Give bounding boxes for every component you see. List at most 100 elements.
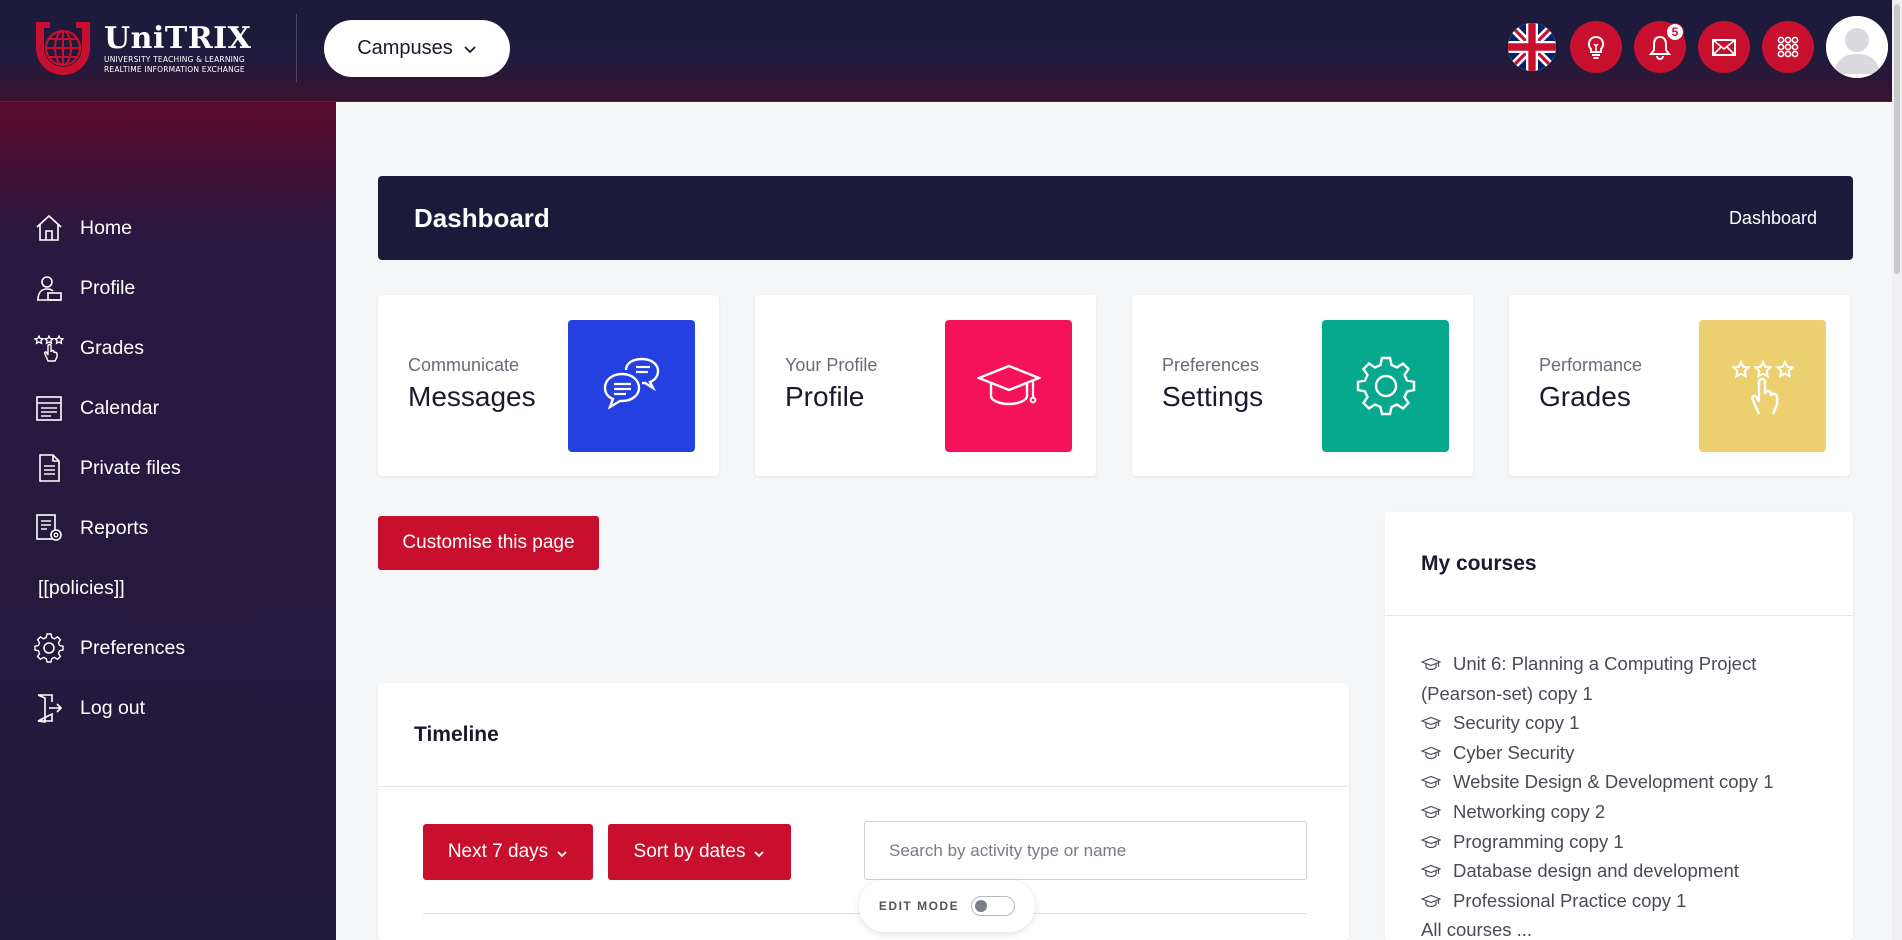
campuses-dropdown-button[interactable]: Campuses xyxy=(324,20,510,77)
sidebar-item-label: [[policies]] xyxy=(38,576,125,599)
course-link[interactable]: Website Design & Development copy 1 xyxy=(1421,767,1831,797)
sort-dropdown[interactable]: Sort by dates xyxy=(608,824,791,880)
profile-card[interactable]: Your Profile Profile xyxy=(755,295,1096,476)
chevron-down-icon xyxy=(464,45,476,53)
tips-button[interactable] xyxy=(1570,21,1622,73)
course-link[interactable]: Security copy 1 xyxy=(1421,708,1831,738)
card-icon-tile xyxy=(568,320,695,452)
language-button[interactable] xyxy=(1506,21,1558,73)
sidebar-item-logout[interactable]: Log out xyxy=(0,678,336,738)
sidebar-item-preferences[interactable]: Preferences xyxy=(0,618,336,678)
user-silhouette-icon xyxy=(1826,16,1888,78)
card-subtitle: Communicate xyxy=(408,355,520,375)
card-title: Settings xyxy=(1162,381,1264,412)
graduation-cap-icon xyxy=(1421,805,1441,819)
timeline-title: Timeline xyxy=(414,722,499,746)
graduation-cap-icon xyxy=(1421,776,1441,789)
edit-mode-switch[interactable] xyxy=(971,896,1016,916)
settings-card[interactable]: Preferences Settings xyxy=(1132,295,1473,476)
sidebar-item-label: Preferences xyxy=(80,636,186,659)
all-courses-link[interactable]: All courses ... xyxy=(1421,915,1831,940)
grades-card[interactable]: Performance Grades xyxy=(1509,295,1850,476)
graduation-cap-icon xyxy=(1421,746,1441,759)
file-icon xyxy=(39,454,60,482)
sidebar-nav: Home Profile Grades Calendar Private fil… xyxy=(0,198,336,738)
stars-hand-icon xyxy=(1730,359,1795,415)
card-icon-tile xyxy=(945,320,1072,452)
messages-button[interactable] xyxy=(1698,21,1750,73)
page-title: Dashboard xyxy=(414,202,550,233)
course-name: Networking copy 2 xyxy=(1453,800,1606,822)
date-range-dropdown[interactable]: Next 7 days xyxy=(423,824,593,880)
sort-label: Sort by dates xyxy=(633,841,746,862)
course-name: Website Design & Development copy 1 xyxy=(1453,771,1774,793)
sidebar-item-grades[interactable]: Grades xyxy=(0,318,336,378)
sidebar-item-label: Calendar xyxy=(80,396,160,419)
chevron-down-icon xyxy=(754,850,765,857)
logo-title: UniTRIX xyxy=(104,21,252,56)
header-actions: 5 xyxy=(1506,16,1888,78)
scrollbar-thumb[interactable] xyxy=(1894,4,1900,274)
grades-icon xyxy=(34,334,64,362)
customise-page-button[interactable]: Customise this page xyxy=(378,516,599,570)
course-name: Unit 6: Planning a Computing Project (Pe… xyxy=(1421,653,1757,704)
graduation-cap-icon xyxy=(976,364,1041,406)
card-subtitle: Preferences xyxy=(1162,355,1260,375)
sidebar-item-calendar[interactable]: Calendar xyxy=(0,378,336,438)
chevron-down-icon xyxy=(557,850,567,857)
notifications-button[interactable]: 5 xyxy=(1634,21,1686,73)
messages-card[interactable]: Communicate Messages xyxy=(378,295,719,476)
breadcrumb[interactable]: Dashboard xyxy=(1729,208,1817,229)
card-title: Messages xyxy=(408,381,536,412)
date-range-label: Next 7 days xyxy=(447,841,549,862)
timeline-header: Timeline xyxy=(378,683,1349,787)
sidebar-item-private-files[interactable]: Private files xyxy=(0,438,336,498)
logo-globe-icon xyxy=(36,22,90,75)
course-link[interactable]: Cyber Security xyxy=(1421,738,1831,768)
shortcut-cards: Communicate Messages Your Profile Profil… xyxy=(378,295,1853,476)
sidebar-item-profile[interactable]: Profile xyxy=(0,258,336,318)
chat-bubbles-icon xyxy=(603,357,659,410)
course-name: Database design and development xyxy=(1453,860,1739,882)
edit-mode-toggle-pill[interactable]: EDIT MODE xyxy=(859,880,1035,932)
sidebar-item-label: Home xyxy=(80,216,133,239)
graduation-cap-icon xyxy=(1421,717,1441,730)
course-name: Security copy 1 xyxy=(1453,712,1580,734)
timeline-search-input[interactable] xyxy=(864,821,1307,880)
graduation-cap-icon xyxy=(1421,657,1441,671)
course-link[interactable]: Networking copy 2 xyxy=(1421,797,1831,827)
page-scrollbar[interactable] xyxy=(1892,0,1902,940)
card-title: Profile xyxy=(785,381,865,412)
sidebar-item-label: Private files xyxy=(80,456,181,479)
home-icon xyxy=(36,214,62,241)
course-link[interactable]: Programming copy 1 xyxy=(1421,827,1831,857)
sidebar-item-label: Profile xyxy=(80,276,136,299)
course-name: Cyber Security xyxy=(1453,741,1575,763)
course-list: Unit 6: Planning a Computing Project (Pe… xyxy=(1421,649,1831,940)
course-name: Professional Practice copy 1 xyxy=(1453,889,1687,911)
course-link[interactable]: Database design and development xyxy=(1421,856,1831,886)
page-header: Dashboard Dashboard xyxy=(378,176,1853,260)
sidebar: Home Profile Grades Calendar Private fil… xyxy=(0,102,336,940)
course-link[interactable]: Unit 6: Planning a Computing Project (Pe… xyxy=(1421,649,1831,708)
my-courses-header: My courses xyxy=(1385,512,1853,616)
sidebar-item-policies[interactable]: [[policies]] xyxy=(0,558,336,618)
app-grid-icon xyxy=(1777,36,1799,58)
card-title: Grades xyxy=(1539,381,1631,412)
logo-subtitle: REALTIME INFORMATION EXCHANGE xyxy=(104,65,245,74)
course-link[interactable]: Professional Practice copy 1 xyxy=(1421,886,1831,916)
sidebar-item-reports[interactable]: Reports xyxy=(0,498,336,558)
lightbulb-icon xyxy=(1587,35,1605,59)
card-subtitle: Your Profile xyxy=(785,355,878,375)
apps-menu-button[interactable] xyxy=(1762,21,1814,73)
site-logo[interactable]: UniTRIX UNIVERSITY TEACHING & LEARNING R… xyxy=(32,18,251,80)
edit-mode-label: EDIT MODE xyxy=(878,899,960,913)
user-avatar[interactable] xyxy=(1826,16,1888,78)
sidebar-item-home[interactable]: Home xyxy=(0,198,336,258)
card-subtitle: Performance xyxy=(1539,355,1643,375)
graduation-cap-icon xyxy=(1421,894,1441,907)
logout-icon xyxy=(37,694,63,723)
mail-icon xyxy=(1712,39,1736,56)
uk-flag-icon xyxy=(1508,23,1556,71)
my-courses-title: My courses xyxy=(1421,551,1537,575)
